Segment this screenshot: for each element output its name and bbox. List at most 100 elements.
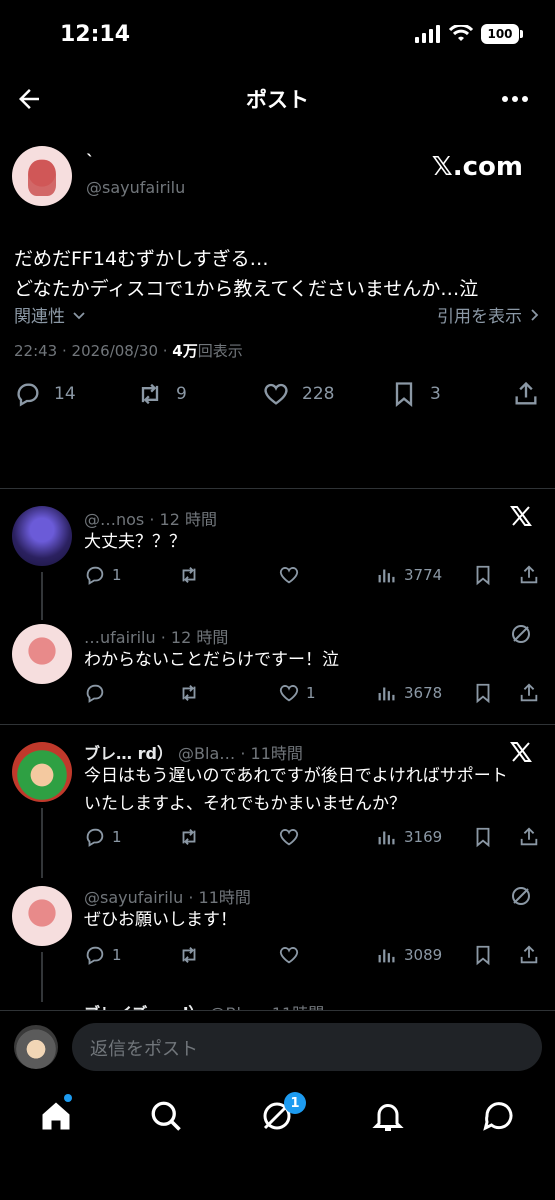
repost-button[interactable]: [178, 682, 200, 704]
post-text-line: どなたかディスコで1から教えてくださいませんか…泣: [14, 278, 479, 300]
share-button[interactable]: [512, 380, 540, 408]
reply-header: ブレ… rd） @Bla… · 11時間: [84, 740, 303, 764]
reply-button[interactable]: 1: [84, 564, 122, 586]
reply-header: @sayufairilu · 11時間: [84, 884, 251, 908]
views-button[interactable]: 3678: [376, 682, 442, 704]
bookmark-icon: [476, 683, 490, 704]
like-button[interactable]: 228: [262, 380, 334, 408]
bookmark-button[interactable]: [472, 826, 494, 848]
share-button[interactable]: [518, 682, 540, 704]
repost-count: 9: [176, 384, 187, 404]
views-button[interactable]: 3089: [376, 944, 442, 966]
bell-icon[interactable]: [370, 1098, 406, 1134]
reply-button[interactable]: 1: [84, 944, 122, 966]
post-datetime: 22:43 · 2026/08/30 ·: [14, 342, 173, 360]
reply-avatar[interactable]: [12, 886, 72, 946]
repost-icon: [182, 567, 196, 583]
bookmark-icon: [476, 945, 490, 966]
repost-icon: [141, 383, 159, 405]
brand-logo: 𝕏.com: [431, 152, 523, 182]
reply-icon: [86, 946, 104, 965]
analytics-icon: [378, 831, 395, 845]
share-icon: [520, 683, 538, 702]
views-button[interactable]: 3169: [376, 826, 442, 848]
reply-button[interactable]: [84, 682, 106, 704]
reply-avatar[interactable]: [12, 624, 72, 684]
view-count: 3169: [404, 828, 443, 846]
reply-handle[interactable]: @…nos: [84, 510, 144, 529]
bookmark-button[interactable]: [472, 944, 494, 966]
share-icon: [520, 945, 538, 964]
sort-label: 関連性: [14, 307, 65, 327]
like-count: 228: [302, 384, 335, 404]
sort-dropdown[interactable]: 関連性: [14, 302, 87, 327]
x-logo-icon: [510, 506, 532, 526]
reply-header: @…nos · 12 時間: [84, 506, 217, 530]
view-label[interactable]: 回表示: [198, 342, 243, 360]
view-count: 3089: [404, 946, 443, 964]
like-button[interactable]: [278, 944, 300, 966]
like-button[interactable]: [278, 564, 300, 586]
reply-handle[interactable]: …ufairilu: [84, 628, 156, 647]
thread-line: [41, 572, 43, 620]
post-text-line: だめだFF14むずかしすぎる…: [14, 248, 269, 270]
more-icon[interactable]: [499, 84, 531, 114]
share-icon: [515, 381, 537, 405]
share-button[interactable]: [518, 944, 540, 966]
like-count: 1: [306, 684, 316, 702]
view-quotes-link[interactable]: 引用を表示: [437, 302, 542, 327]
reply-time: · 11時間: [240, 744, 303, 763]
author-name[interactable]: `: [86, 152, 95, 172]
reply-actions: 1 3169: [84, 826, 544, 852]
bookmark-button[interactable]: [472, 564, 494, 586]
analytics-icon: [378, 569, 395, 583]
views-button[interactable]: 3774: [376, 564, 442, 586]
heart-icon: [279, 567, 299, 584]
divider: [0, 724, 555, 725]
reply-icon: [86, 566, 104, 585]
home-icon[interactable]: [38, 1098, 74, 1134]
reply-avatar[interactable]: [12, 506, 72, 566]
grok-icon[interactable]: [509, 884, 533, 908]
like-button[interactable]: 1: [278, 682, 316, 704]
my-avatar[interactable]: [14, 1025, 58, 1069]
share-button[interactable]: [518, 564, 540, 586]
view-count: 3678: [404, 684, 443, 702]
like-button[interactable]: [278, 826, 300, 848]
bookmark-icon: [476, 565, 490, 586]
reply-count: 1: [112, 566, 122, 584]
grok-icon[interactable]: [509, 622, 533, 646]
chat-icon[interactable]: [481, 1098, 517, 1134]
author-avatar[interactable]: [12, 146, 72, 206]
reply-input[interactable]: 返信をポスト: [72, 1023, 542, 1071]
reply-icon: [86, 828, 104, 847]
reply-button[interactable]: 14: [14, 380, 76, 408]
reply-button[interactable]: 1: [84, 826, 122, 848]
view-count: 3774: [404, 566, 443, 584]
post-text: だめだFF14むずかしすぎる… どなたかディスコで1から教えてくださいませんか……: [14, 244, 544, 304]
thread-line: [41, 808, 43, 878]
chevron-down-icon: [73, 311, 85, 319]
bookmark-button[interactable]: 3: [390, 380, 441, 408]
repost-button[interactable]: [178, 564, 200, 586]
status-bar: 12:14 100: [0, 0, 555, 70]
reply-time: · 12 時間: [149, 510, 217, 529]
analytics-icon: [378, 687, 395, 701]
heart-icon: [279, 829, 299, 846]
bookmark-button[interactable]: [472, 682, 494, 704]
reply-icon: [17, 383, 39, 407]
repost-button[interactable]: [178, 944, 200, 966]
reply-actions: 1 3774: [84, 564, 544, 590]
reply-avatar[interactable]: [12, 742, 72, 802]
divider: [0, 488, 555, 489]
reply-handle[interactable]: @Bla…: [178, 744, 235, 763]
repost-button[interactable]: [178, 826, 200, 848]
search-icon[interactable]: [148, 1098, 184, 1134]
repost-button[interactable]: 9: [136, 380, 187, 408]
reply-time: · 11時間: [188, 888, 251, 907]
author-handle[interactable]: @sayufairilu: [86, 178, 185, 197]
reply-actions: 1 3089: [84, 944, 544, 970]
share-button[interactable]: [518, 826, 540, 848]
reply-handle[interactable]: @sayufairilu: [84, 888, 183, 907]
reply-name[interactable]: ブレ… rd）: [84, 744, 173, 763]
